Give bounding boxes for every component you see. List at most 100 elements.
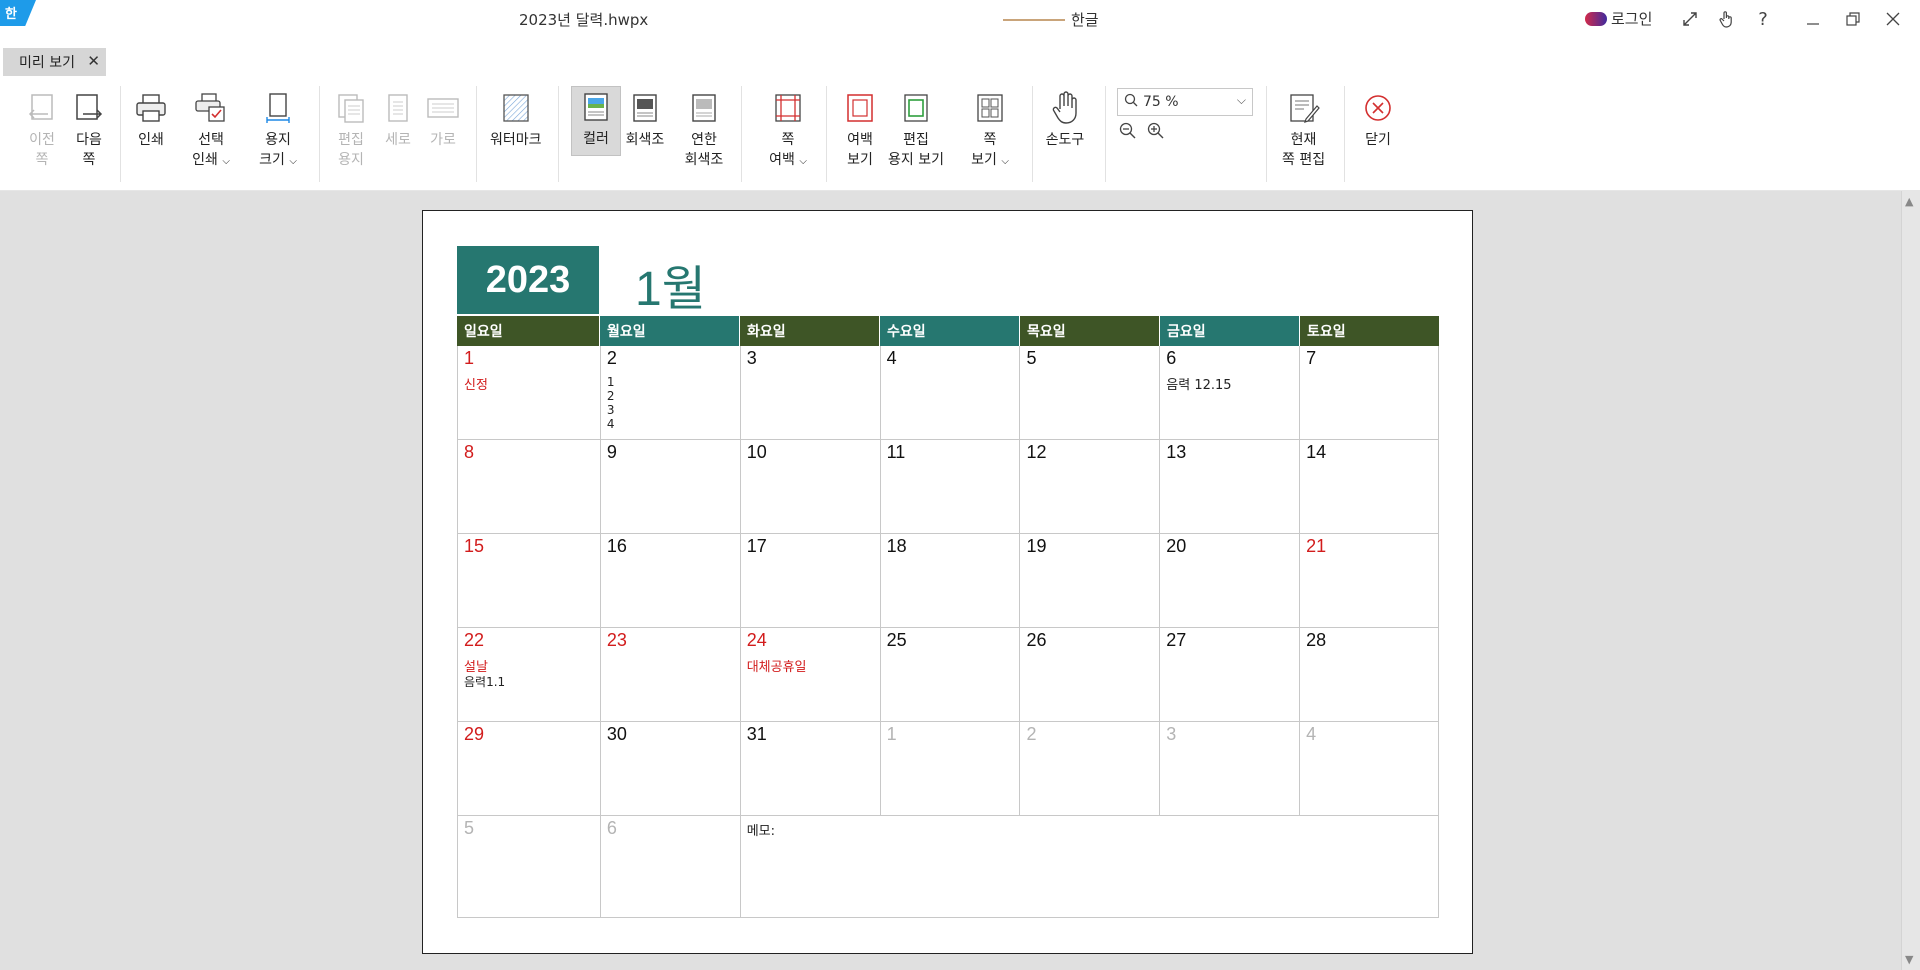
ribbon-separator: [741, 86, 742, 182]
zoom-out-icon[interactable]: [1119, 122, 1137, 144]
edit-paper-view-button[interactable]: 편집 용지 보기: [888, 88, 944, 170]
color-mode-button[interactable]: 컬러: [571, 86, 621, 156]
restore-icon[interactable]: [1840, 6, 1866, 32]
paper-size-label-1: 용지: [265, 132, 291, 148]
day-cell: 1 신정: [458, 346, 601, 440]
close-icon[interactable]: [1880, 6, 1906, 32]
day-cell: 1: [880, 722, 1021, 816]
close-preview-button[interactable]: 닫기: [1358, 88, 1398, 150]
zoom-in-icon[interactable]: [1147, 122, 1165, 144]
ribbon-separator: [558, 86, 559, 182]
day-cell: 3: [740, 346, 881, 440]
page-margin-button[interactable]: 쪽 여백 ⌵: [768, 88, 808, 172]
page-margin-icon: [768, 88, 808, 128]
margin-view-label-2: 보기: [847, 152, 873, 168]
light-grayscale-icon: [684, 88, 724, 128]
hand-tool-label: 손도구: [1045, 132, 1085, 148]
scroll-up-icon[interactable]: ▲: [1905, 195, 1913, 208]
portrait-icon: [378, 88, 418, 128]
day-cell: 7: [1300, 346, 1440, 440]
ribbon-separator: [1344, 86, 1345, 182]
day-cell: 28: [1300, 628, 1440, 722]
watermark-button[interactable]: 워터마크: [490, 88, 542, 150]
prev-page-button[interactable]: 이전 쪽: [22, 88, 62, 170]
day-cell: 25: [880, 628, 1021, 722]
title-bar: 한 2023년 달력.hwpx 한글 로그인 ?: [0, 0, 1920, 40]
select-print-icon: [191, 88, 231, 128]
day-number: 12: [1026, 442, 1047, 462]
next-page-icon: [69, 88, 109, 128]
minimize-icon[interactable]: [1800, 6, 1826, 32]
select-print-button[interactable]: 선택 인쇄 ⌵: [191, 88, 231, 172]
select-print-label-1: 선택: [198, 132, 224, 148]
page-view-button[interactable]: 쪽 보기 ⌵: [970, 88, 1010, 172]
paper-size-icon: [258, 88, 298, 128]
day-cell: 6 음력 12.15: [1160, 346, 1301, 440]
day-number: 17: [746, 536, 767, 556]
tab-strip: 미리 보기 ✕: [0, 40, 1920, 78]
day-number: 27: [1166, 630, 1187, 650]
day-cell: 31: [740, 722, 881, 816]
calendar-grid: 일요일 월요일 화요일 수요일 목요일 금요일 토요일 1 신정 2 1 2 3 4 3 4 5 6…: [457, 316, 1440, 918]
help-icon[interactable]: ?: [1750, 6, 1776, 32]
day-cell: 6: [600, 816, 741, 918]
day-cell: 21: [1300, 534, 1440, 628]
page-margin-label-text: 여백: [769, 152, 795, 168]
zoom-select[interactable]: 75 % ⌵: [1117, 88, 1253, 116]
page-view-label-1: 쪽: [983, 132, 997, 148]
day-number: 20: [1166, 536, 1187, 556]
day-number: 3: [746, 348, 757, 368]
memo-label: 메모:: [746, 824, 776, 839]
color-mode-icon: [576, 87, 616, 127]
prev-page-label-2: 쪽: [35, 152, 49, 168]
ribbon-separator: [1266, 86, 1267, 182]
day-number: 6: [1166, 348, 1177, 368]
day-cell: 30: [600, 722, 741, 816]
grayscale-button[interactable]: 회색조: [625, 88, 665, 150]
day-cell: 14: [1300, 440, 1440, 534]
tab-close-icon[interactable]: ✕: [87, 52, 100, 70]
day-cell: 26: [1020, 628, 1161, 722]
margin-view-icon: [840, 88, 880, 128]
tab-preview[interactable]: 미리 보기 ✕: [3, 48, 106, 76]
day-number: 15: [464, 536, 485, 556]
page-view-label-text: 보기: [971, 152, 997, 168]
landscape-button[interactable]: 가로: [423, 88, 463, 150]
edit-paper-label-2: 용지: [338, 152, 364, 168]
touch-icon[interactable]: [1713, 6, 1739, 32]
print-button[interactable]: 인쇄: [131, 88, 171, 150]
day-number: 4: [1306, 724, 1317, 744]
login-button[interactable]: 로그인: [1585, 8, 1652, 29]
edit-paper-button[interactable]: 편집 용지: [331, 88, 371, 170]
print-label: 인쇄: [138, 132, 164, 148]
paper-size-button[interactable]: 용지 크기 ⌵: [258, 88, 298, 172]
vertical-scrollbar[interactable]: ▲ ▼: [1901, 191, 1920, 970]
hand-tool-button[interactable]: 손도구: [1045, 88, 1085, 150]
portrait-button[interactable]: 세로: [378, 88, 418, 150]
day-cell: 24 대체공휴일: [740, 628, 881, 722]
fullscreen-icon[interactable]: [1677, 6, 1703, 32]
day-cell: 15: [458, 534, 601, 628]
zoom-search-icon: [1124, 93, 1138, 111]
next-page-button[interactable]: 다음 쪽: [69, 88, 109, 170]
lunar-date-note: 음력1.1: [464, 675, 506, 689]
scroll-down-icon[interactable]: ▼: [1905, 953, 1913, 966]
zoom-value: 75 %: [1143, 94, 1179, 110]
light-grayscale-button[interactable]: 연한 회색조: [684, 88, 724, 170]
ribbon-separator: [319, 86, 320, 182]
weekday-header: 화요일: [740, 316, 880, 346]
day-cell: 19: [1020, 534, 1161, 628]
weekday-header: 수요일: [880, 316, 1020, 346]
chevron-down-icon: ⌵: [1001, 156, 1009, 167]
calendar-year: 2023: [457, 246, 599, 314]
day-number: 19: [1026, 536, 1047, 556]
margin-view-button[interactable]: 여백 보기: [840, 88, 880, 170]
current-page-edit-button[interactable]: 현재 쪽 편집: [1282, 88, 1325, 170]
weekday-header: 목요일: [1020, 316, 1160, 346]
day-number: 24: [746, 630, 767, 650]
day-number: 13: [1166, 442, 1187, 462]
app-logo[interactable]: 한: [0, 0, 36, 26]
holiday-note: 신정: [464, 378, 488, 393]
calendar-week-row: 15 16 17 18 19 20 21: [457, 534, 1440, 628]
day-number: 25: [886, 630, 907, 650]
